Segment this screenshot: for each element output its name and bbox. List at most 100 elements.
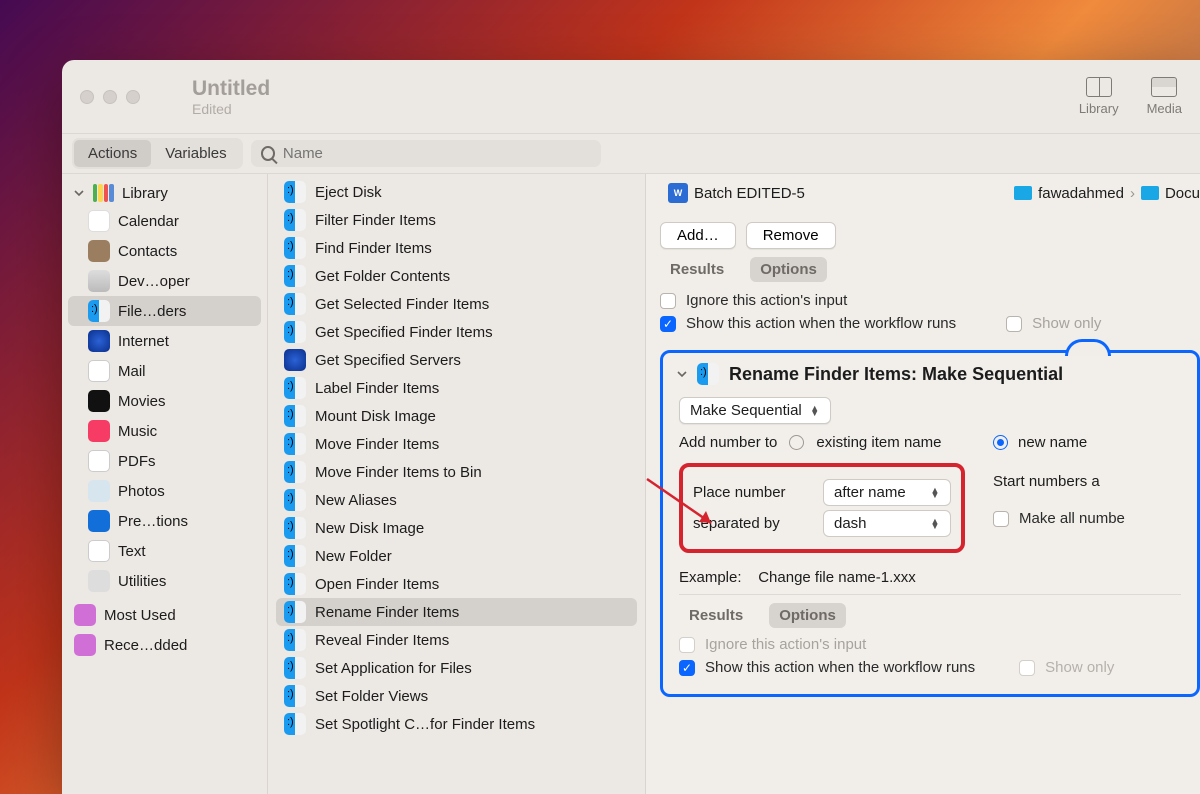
sidebar-item-contacts[interactable]: Contacts — [68, 236, 261, 266]
finder-icon — [284, 713, 306, 735]
sidebar-item-calendar[interactable]: Calendar — [68, 206, 261, 236]
action-item[interactable]: Get Specified Finder Items — [276, 318, 637, 346]
finder-icon — [284, 657, 306, 679]
actions-list: Eject DiskFilter Finder Items Find Finder… — [268, 174, 646, 794]
finder-icon — [284, 321, 306, 343]
ignore-input-checkbox[interactable]: Ignore this action's input — [660, 292, 1200, 309]
action-label: Get Specified Finder Items — [315, 324, 493, 341]
zoom-window-button[interactable] — [126, 90, 140, 104]
actions-variables-segment[interactable]: Actions Variables — [72, 138, 243, 169]
radio-new-name[interactable] — [993, 435, 1008, 450]
sidebar-item-internet[interactable]: Internet — [68, 326, 261, 356]
disclosure-icon[interactable] — [74, 188, 84, 198]
action-label: New Aliases — [315, 492, 397, 509]
path-user[interactable]: fawadahmed — [1038, 185, 1124, 202]
close-window-button[interactable] — [80, 90, 94, 104]
category-icon — [88, 510, 110, 532]
show-when-run-checkbox[interactable]: Show this action when the workflow runs — [705, 659, 975, 676]
sidebar-folder[interactable]: Most Used — [68, 600, 261, 630]
action-label: Find Finder Items — [315, 240, 432, 257]
sidebar-item-photos[interactable]: Photos — [68, 476, 261, 506]
segment-variables[interactable]: Variables — [151, 140, 240, 167]
action-label: Get Selected Finder Items — [315, 296, 489, 313]
action-item[interactable]: Find Finder Items — [276, 234, 637, 262]
rename-action-card: Rename Finder Items: Make Sequential Mak… — [660, 350, 1200, 697]
action-item[interactable]: Label Finder Items — [276, 374, 637, 402]
sidebar-item-mail[interactable]: Mail — [68, 356, 261, 386]
category-icon — [88, 210, 110, 232]
checkbox-icon — [1019, 660, 1035, 676]
sidebar-item-label: Dev…oper — [118, 273, 190, 290]
action-item[interactable]: New Folder — [276, 542, 637, 570]
sidebar-folder[interactable]: Rece…dded — [68, 630, 261, 660]
sidebar-item-label: Calendar — [118, 213, 179, 230]
sidebar-item-text[interactable]: Text — [68, 536, 261, 566]
place-number-dropdown[interactable]: after name ▲▼ — [823, 479, 951, 506]
action-item[interactable]: Filter Finder Items — [276, 206, 637, 234]
make-all-numbers-label[interactable]: Make all numbe — [1019, 510, 1125, 527]
action-label: Rename Finder Items — [315, 604, 459, 621]
action-item[interactable]: Set Spotlight C…for Finder Items — [276, 710, 637, 738]
sidebar-item-pretions[interactable]: Pre…tions — [68, 506, 261, 536]
action-item[interactable]: New Disk Image — [276, 514, 637, 542]
finder-icon — [284, 209, 306, 231]
action-item[interactable]: Get Specified Servers — [276, 346, 637, 374]
finder-icon — [284, 629, 306, 651]
action-item[interactable]: Move Finder Items — [276, 430, 637, 458]
action-item[interactable]: Rename Finder Items — [276, 598, 637, 626]
action-item[interactable]: Move Finder Items to Bin — [276, 458, 637, 486]
sidebar-item-music[interactable]: Music — [68, 416, 261, 446]
sidebar-item-devoper[interactable]: Dev…oper — [68, 266, 261, 296]
action-item[interactable]: Get Selected Finder Items — [276, 290, 637, 318]
rename-mode-dropdown[interactable]: Make Sequential ▲▼ — [679, 397, 831, 424]
action-item[interactable]: Set Application for Files — [276, 654, 637, 682]
show-only-checkbox[interactable]: Show only — [1032, 315, 1101, 332]
disclosure-icon[interactable] — [677, 369, 687, 379]
sidebar-item-utilities[interactable]: Utilities — [68, 566, 261, 596]
action-label: Move Finder Items to Bin — [315, 464, 482, 481]
tab-results[interactable]: Results — [679, 603, 753, 628]
sidebar-item-label: Music — [118, 423, 157, 440]
action-item[interactable]: Get Folder Contents — [276, 262, 637, 290]
library-root[interactable]: Library — [68, 180, 261, 206]
chevrons-icon: ▲▼ — [810, 406, 820, 415]
media-button[interactable]: Media — [1147, 77, 1182, 116]
action-title: Rename Finder Items: Make Sequential — [729, 364, 1063, 385]
folder-icon — [74, 634, 96, 656]
show-when-run-checkbox[interactable]: Show this action when the workflow runs — [686, 315, 956, 332]
separator-dropdown[interactable]: dash ▲▼ — [823, 510, 951, 537]
library-toggle-button[interactable]: Library — [1079, 77, 1119, 116]
sidebar-item-movies[interactable]: Movies — [68, 386, 261, 416]
show-only-checkbox[interactable]: Show only — [1045, 659, 1114, 676]
action-item[interactable]: Set Folder Views — [276, 682, 637, 710]
action-label: Set Spotlight C…for Finder Items — [315, 716, 535, 733]
sidebar-item-label: Contacts — [118, 243, 177, 260]
remove-button[interactable]: Remove — [746, 222, 836, 249]
path-next[interactable]: Docu — [1165, 185, 1200, 202]
action-item[interactable]: Eject Disk — [276, 178, 637, 206]
minimize-window-button[interactable] — [103, 90, 117, 104]
finder-icon — [284, 545, 306, 567]
radio-existing-name[interactable] — [789, 435, 804, 450]
tab-options[interactable]: Options — [750, 257, 827, 282]
tab-options[interactable]: Options — [769, 603, 846, 628]
home-folder-icon — [1014, 186, 1032, 200]
library-icon — [92, 184, 114, 202]
sidebar-item-label: Text — [118, 543, 146, 560]
action-item[interactable]: Mount Disk Image — [276, 402, 637, 430]
search-input[interactable] — [283, 145, 591, 162]
ignore-input-checkbox-disabled: Ignore this action's input — [679, 636, 1181, 653]
action-item[interactable]: Open Finder Items — [276, 570, 637, 598]
search-field[interactable] — [251, 140, 601, 167]
sidebar-item-fileders[interactable]: File…ders — [68, 296, 261, 326]
segment-actions[interactable]: Actions — [74, 140, 151, 167]
action-label: Label Finder Items — [315, 380, 439, 397]
action-item[interactable]: Reveal Finder Items — [276, 626, 637, 654]
sidebar-item-pdfs[interactable]: PDFs — [68, 446, 261, 476]
window-subtitle: Edited — [192, 101, 270, 117]
action-item[interactable]: New Aliases — [276, 486, 637, 514]
tab-results[interactable]: Results — [660, 257, 734, 282]
action-label: Get Specified Servers — [315, 352, 461, 369]
sidebar-item-label: Photos — [118, 483, 165, 500]
add-button[interactable]: Add… — [660, 222, 736, 249]
